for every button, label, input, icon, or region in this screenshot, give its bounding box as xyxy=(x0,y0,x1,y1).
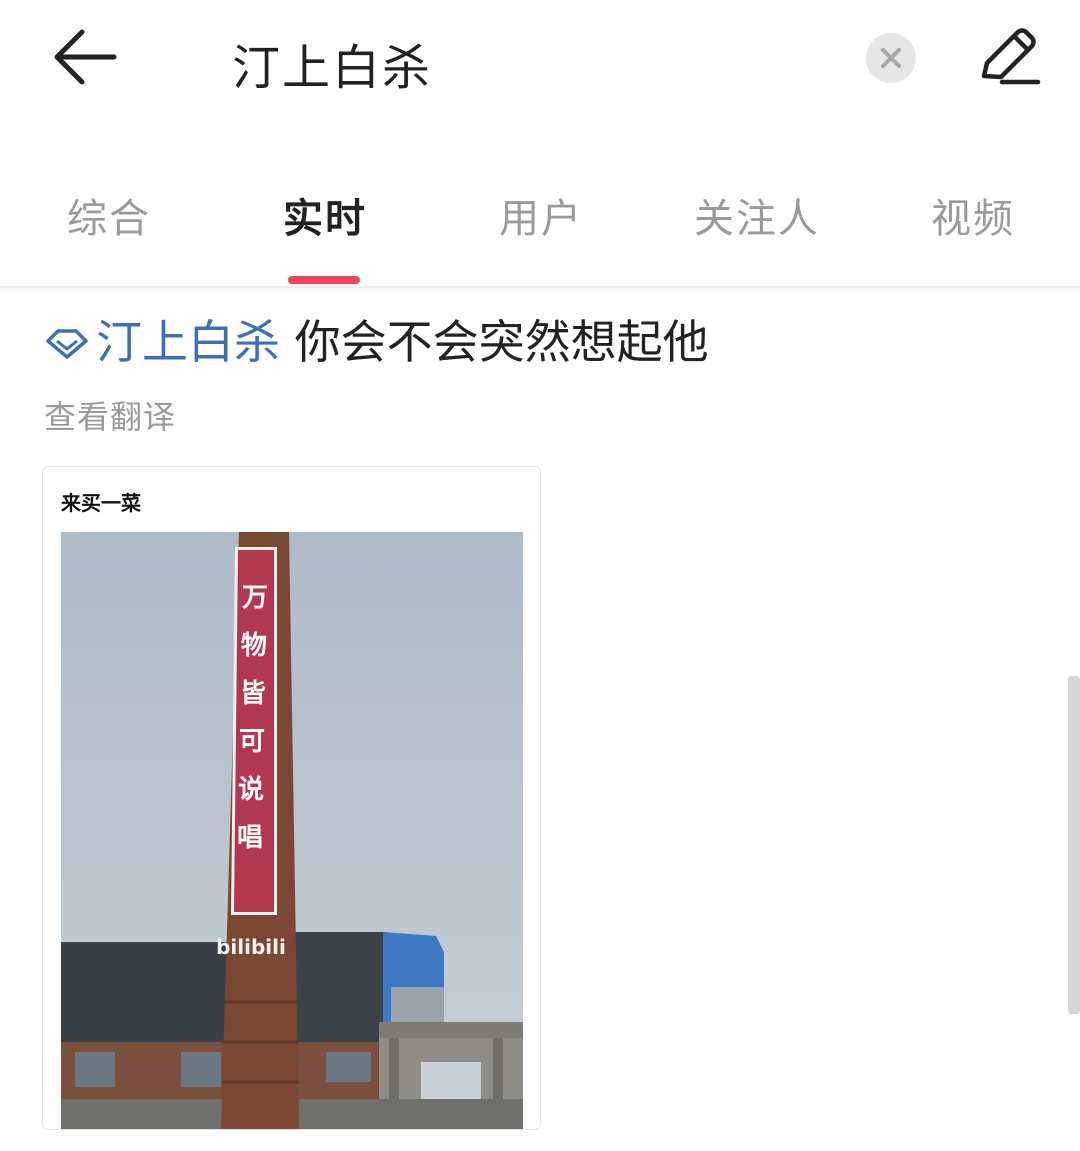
chimney-char: 物 xyxy=(241,631,267,661)
post-body: 你会不会突然想起他 xyxy=(280,315,709,369)
chimney-char: 万 xyxy=(242,583,268,613)
chimney-photo: 万 物 皆 可 说 唱 bilibili xyxy=(61,532,523,1129)
arrow-left-icon xyxy=(54,29,117,85)
top-bar: 汀上白杀 xyxy=(0,0,1080,120)
post-text: 汀上白杀 你会不会突然想起他 xyxy=(44,306,709,372)
translate-link[interactable]: 查看翻译 xyxy=(44,392,176,438)
back-button[interactable] xyxy=(48,22,128,92)
image-caption: 来买一菜 xyxy=(61,491,141,515)
bilibili-logo: bilibili xyxy=(216,935,286,959)
chimney-char: 说 xyxy=(238,775,264,805)
active-tab-indicator xyxy=(288,276,360,284)
tab-realtime[interactable]: 实时 xyxy=(283,186,367,244)
post-image-card[interactable]: 来买一菜 万 物 皆 可 说 唱 bilibili xyxy=(42,466,541,1130)
chimney-char: 可 xyxy=(239,727,265,757)
tab-following[interactable]: 关注人 xyxy=(694,186,820,244)
tab-all[interactable]: 综合 xyxy=(67,186,151,244)
tab-videos[interactable]: 视频 xyxy=(931,186,1015,244)
edit-button[interactable] xyxy=(972,24,1044,90)
close-icon xyxy=(881,48,901,68)
clear-search-button[interactable] xyxy=(866,33,916,83)
tab-users[interactable]: 用户 xyxy=(499,186,583,244)
diamond-topic-icon xyxy=(46,329,88,359)
chimney-char: 唱 xyxy=(237,823,263,853)
tab-bar: 综合 实时 用户 关注人 视频 xyxy=(0,160,1080,288)
pencil-icon xyxy=(981,28,1041,85)
topic-link[interactable]: 汀上白杀 xyxy=(96,315,280,369)
scrollbar[interactable] xyxy=(1068,676,1080,1014)
search-query[interactable]: 汀上白杀 xyxy=(232,28,432,98)
chimney-char: 皆 xyxy=(240,679,266,709)
